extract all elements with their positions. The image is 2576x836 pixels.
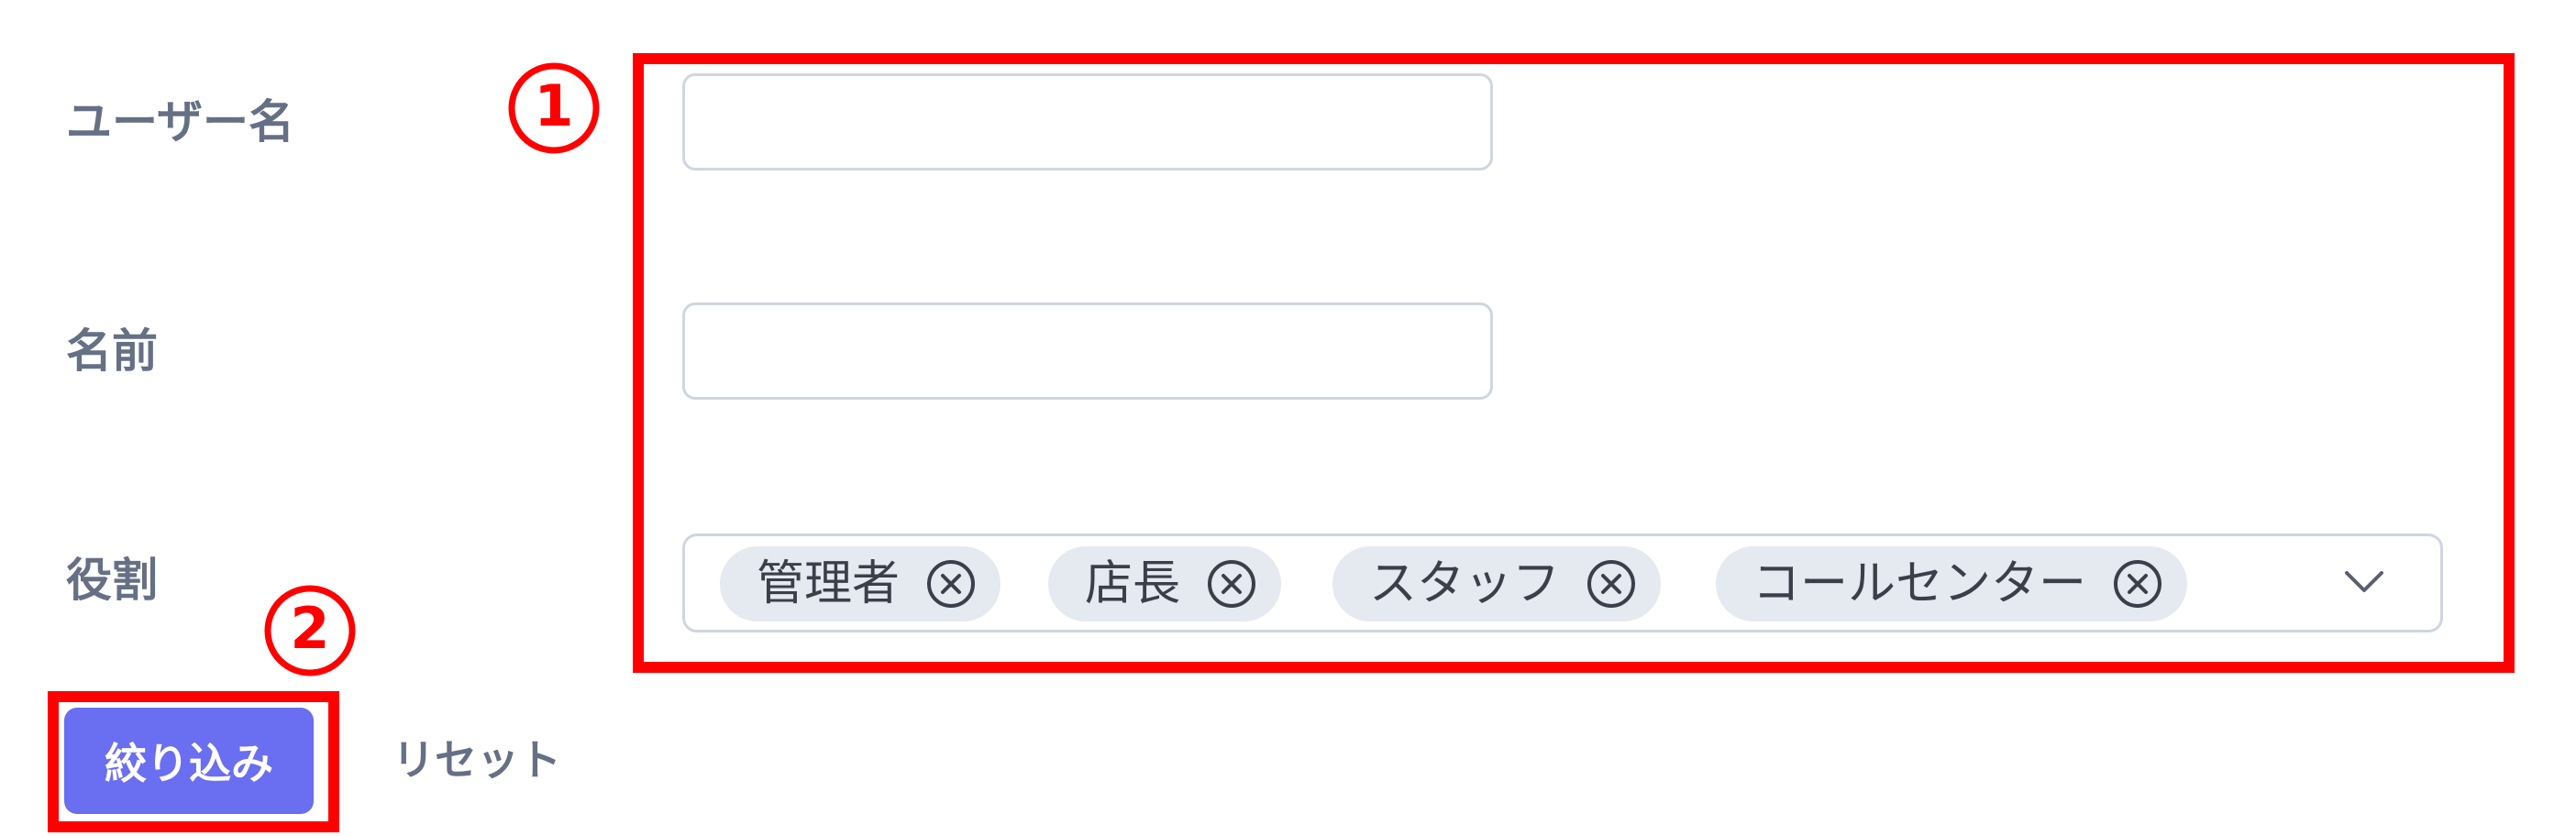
- username-label: ユーザー名: [66, 95, 294, 148]
- annotation-marker-2: 2: [264, 585, 356, 676]
- annotation-highlight-button: [48, 691, 339, 832]
- role-label: 役割: [66, 554, 158, 607]
- annotation-highlight-fields: [633, 53, 2515, 673]
- name-label: 名前: [66, 324, 158, 378]
- annotation-marker-1: 1: [508, 62, 600, 154]
- svg-text:2: 2: [290, 595, 329, 662]
- reset-link[interactable]: リセット: [392, 739, 561, 781]
- svg-text:1: 1: [534, 72, 573, 139]
